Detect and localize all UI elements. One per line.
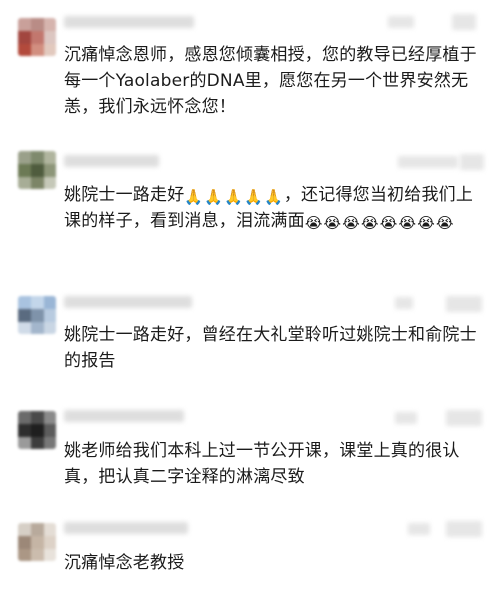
avatar-pixel <box>44 18 56 31</box>
avatar-pixel <box>44 424 56 437</box>
avatar-pixel <box>18 164 31 177</box>
avatar-pixel <box>31 411 44 424</box>
folded-hands-emoji: 🙏 <box>244 188 263 206</box>
comment-text-part: 姚院士一路走好 <box>64 185 185 205</box>
crying-face-emoji: 😭 <box>379 214 398 232</box>
avatar[interactable] <box>18 151 56 189</box>
blurred-meta <box>395 412 417 424</box>
blurred-meta <box>460 154 484 170</box>
comment-text: 姚老师给我们本科上过一节公开课，课堂上真的很认真，把认真二字诠释的淋漓尽致 <box>64 441 460 487</box>
folded-hands-emoji: 🙏 <box>263 188 283 206</box>
comment-text: 姚院士一路走好，曾经在大礼堂聆听过姚院士和俞院士的报告 <box>64 325 477 371</box>
avatar-pixel <box>44 523 56 536</box>
avatar-pixel <box>18 424 31 437</box>
avatar-pixel <box>18 151 31 164</box>
avatar-pixel <box>18 549 31 561</box>
avatar-pixel <box>44 437 56 449</box>
folded-hands-emoji: 🙏 <box>224 188 244 206</box>
crying-face-emoji: 😭 <box>323 214 342 232</box>
avatar-pixel <box>44 296 56 309</box>
avatar-pixel <box>44 177 56 189</box>
avatar-pixel <box>44 164 56 177</box>
avatar-pixel <box>18 18 31 31</box>
crying-face-emoji: 😭 <box>304 214 323 232</box>
avatar[interactable] <box>18 411 56 449</box>
blurred-username <box>64 522 188 534</box>
avatar-pixel <box>44 322 56 334</box>
avatar-pixel <box>31 44 44 56</box>
blurred-meta <box>446 410 482 426</box>
crying-face-emoji: 😭 <box>342 214 361 232</box>
avatar[interactable] <box>18 296 56 334</box>
avatar-pixel <box>18 44 31 56</box>
crying-face-emoji: 😭 <box>398 214 417 232</box>
avatar-pixel <box>31 309 44 322</box>
avatar[interactable] <box>18 18 56 56</box>
blurred-meta <box>395 297 413 309</box>
blurred-meta <box>398 156 458 168</box>
avatar-pixel <box>18 437 31 449</box>
folded-hands-emoji-row: 🙏🙏🙏🙏🙏 <box>184 185 283 206</box>
avatar-pixel <box>31 177 44 189</box>
blurred-meta <box>408 523 430 535</box>
avatar-pixel <box>18 296 31 309</box>
blurred-username <box>64 16 194 28</box>
avatar-pixel <box>18 309 31 322</box>
avatar-pixel <box>44 31 56 44</box>
avatar-pixel <box>44 151 56 164</box>
crying-emoji-row: 😭😭😭😭😭😭😭😭 <box>304 211 455 232</box>
avatar-pixel <box>18 411 31 424</box>
avatar-pixel <box>31 31 44 44</box>
avatar-pixel <box>18 177 31 189</box>
avatar[interactable] <box>18 523 56 561</box>
avatar-pixel <box>31 164 44 177</box>
avatar-pixel <box>31 151 44 164</box>
folded-hands-emoji: 🙏 <box>184 188 204 206</box>
avatar-pixel <box>18 322 31 334</box>
crying-face-emoji: 😭 <box>417 214 435 232</box>
avatar-pixel <box>18 536 31 549</box>
avatar-pixel <box>31 424 44 437</box>
blurred-username <box>64 410 184 422</box>
avatar-pixel <box>31 296 44 309</box>
avatar-pixel <box>31 322 44 334</box>
blurred-username <box>64 296 192 308</box>
avatar-pixel <box>31 523 44 536</box>
avatar-pixel <box>31 549 44 561</box>
crying-face-emoji: 😭 <box>361 214 379 232</box>
comment-text: 沉痛悼念老教授 <box>64 553 185 573</box>
avatar-pixel <box>44 411 56 424</box>
avatar-pixel <box>31 536 44 549</box>
blurred-meta <box>446 296 482 312</box>
blurred-username <box>64 155 159 167</box>
folded-hands-emoji: 🙏 <box>204 188 224 206</box>
avatar-pixel <box>44 309 56 322</box>
avatar-pixel <box>31 437 44 449</box>
avatar-pixel <box>18 523 31 536</box>
blurred-meta <box>452 14 476 30</box>
crying-face-emoji: 😭 <box>435 214 454 232</box>
avatar-pixel <box>44 536 56 549</box>
avatar-pixel <box>44 44 56 56</box>
comment-text: 沉痛悼念恩师，感恩您倾囊相授，您的教导已经厚植于每一个Yaolaber的DNA里… <box>64 45 477 117</box>
avatar-pixel <box>18 31 31 44</box>
blurred-meta <box>446 521 482 537</box>
blurred-meta <box>388 16 414 28</box>
avatar-pixel <box>31 18 44 31</box>
comment-text: 姚院士一路走好🙏🙏🙏🙏🙏，还记得您当初给我们上课的样子，看到消息，泪流满面😭😭😭… <box>64 182 484 234</box>
avatar-pixel <box>44 549 56 561</box>
